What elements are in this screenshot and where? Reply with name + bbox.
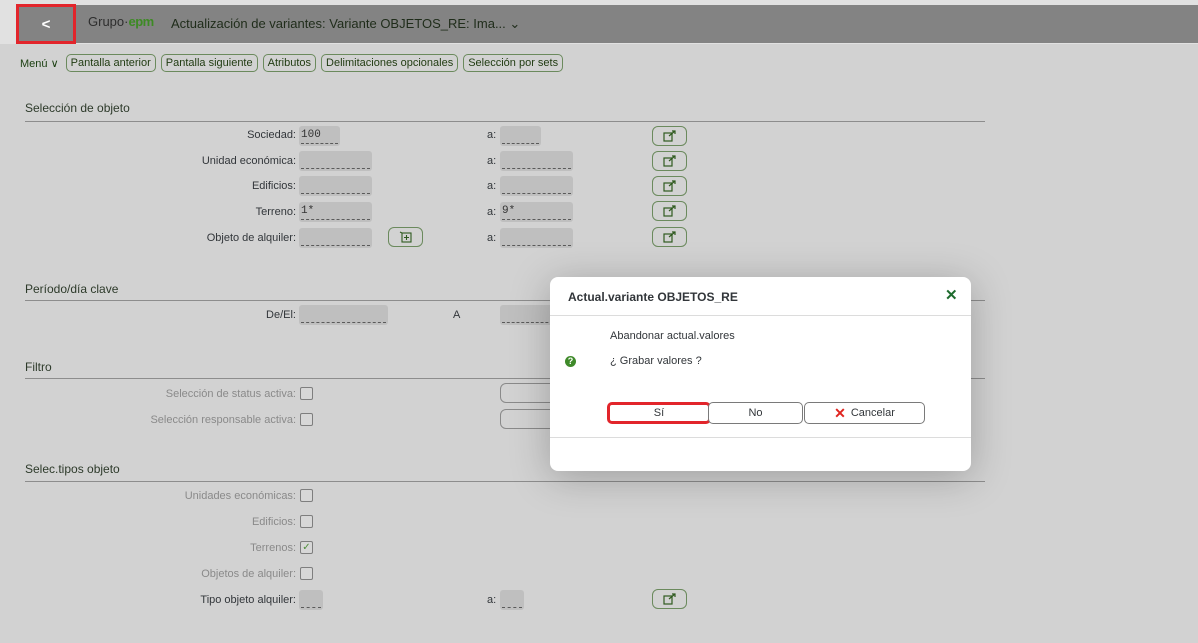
multiple-selection-button[interactable] (652, 589, 687, 609)
attributes-button[interactable]: Atributos (262, 54, 317, 72)
buildings-to-field[interactable] (500, 176, 573, 196)
economic-unit-to-field[interactable] (500, 151, 573, 171)
multiple-selection-button[interactable] (652, 176, 687, 196)
economic-units-type-label: Unidades económicas: (184, 490, 296, 502)
dialog-divider (550, 315, 971, 316)
multiple-selection-button[interactable] (652, 151, 687, 171)
responsible-selection-checkbox[interactable] (300, 413, 313, 426)
section-divider (25, 121, 985, 122)
no-button[interactable]: No (708, 402, 803, 424)
buildings-label: Edificios: (251, 180, 296, 192)
dialog-footer-divider (550, 437, 971, 438)
economic-unit-from-field[interactable] (299, 151, 372, 171)
multiple-selection-button[interactable] (652, 126, 687, 146)
economic-units-type-checkbox[interactable] (300, 489, 313, 502)
section-divider (25, 481, 985, 482)
dialog-message-save: ¿ Grabar valores ? (610, 355, 702, 367)
rental-object-type-label: Tipo objeto alquiler: (200, 594, 296, 606)
responsible-selection-label: Selección responsable activa: (150, 414, 296, 426)
shell-bar: < Grupo·epm Actualización de variantes: … (16, 4, 1198, 44)
section-title-filter: Filtro (25, 360, 52, 374)
lands-type-checkbox[interactable]: ✓ (300, 541, 313, 554)
multiple-selection-icon (662, 593, 676, 605)
multiple-selection-icon (662, 180, 676, 192)
multiple-selection-icon (662, 130, 676, 142)
next-screen-button[interactable]: Pantalla siguiente (160, 54, 258, 72)
menu-button[interactable]: Menú ∨ (20, 57, 59, 70)
rental-object-from-field[interactable] (299, 228, 372, 248)
status-selection-label: Selección de status activa: (165, 388, 296, 400)
section-title-object-types: Selec.tipos objeto (25, 462, 120, 476)
buildings-type-checkbox[interactable] (300, 515, 313, 528)
add-entry-button[interactable] (388, 227, 423, 247)
status-selection-checkbox[interactable] (300, 387, 313, 400)
rental-object-type-to-field[interactable] (500, 590, 524, 610)
land-from-field[interactable]: 1* (299, 202, 372, 222)
company-code-to-field[interactable] (500, 126, 541, 146)
company-code-label: Sociedad: (247, 129, 296, 141)
multiple-selection-button[interactable] (652, 201, 687, 221)
chevron-left-icon: < (41, 15, 51, 33)
multiple-selection-button[interactable] (652, 227, 687, 247)
logo: Grupo·epm (88, 14, 154, 29)
economic-unit-label: Unidad económica: (201, 155, 296, 167)
optional-delimitations-button[interactable]: Delimitaciones opcionales (321, 54, 459, 72)
buildings-type-label: Edificios: (251, 516, 296, 528)
rental-objects-type-checkbox[interactable] (300, 567, 313, 580)
back-button[interactable]: < (16, 4, 76, 44)
multiple-selection-icon (662, 155, 676, 167)
add-entry-icon (399, 231, 412, 243)
land-label: Terreno: (255, 206, 296, 218)
confirmation-dialog: Actual.variante OBJETOS_RE ✕ Abandonar a… (550, 277, 971, 471)
rental-object-type-from-field[interactable] (299, 590, 323, 610)
section-title-object-selection: Selección de objeto (25, 101, 130, 115)
land-to-field[interactable]: 9* (500, 202, 573, 222)
toolbar: Menú ∨ Pantalla anterior Pantalla siguie… (20, 54, 564, 72)
cancel-icon: ✕ (834, 404, 846, 421)
selection-by-sets-button[interactable]: Selección por sets (463, 54, 564, 72)
previous-screen-button[interactable]: Pantalla anterior (65, 54, 156, 72)
checkmark-icon: ✓ (302, 541, 311, 553)
buildings-from-field[interactable] (299, 176, 372, 196)
lands-type-label: Terrenos: (250, 542, 296, 554)
cancel-button[interactable]: ✕ Cancelar (804, 402, 925, 424)
rental-object-to-field[interactable] (500, 228, 573, 248)
from-date-field[interactable] (299, 305, 388, 325)
rental-objects-type-label: Objetos de alquiler: (201, 568, 296, 580)
dialog-title: Actual.variante OBJETOS_RE (568, 290, 738, 304)
multiple-selection-icon (662, 205, 676, 217)
app-title[interactable]: Actualización de variantes: Variante OBJ… (171, 16, 520, 32)
chevron-down-icon: ⌄ (509, 16, 521, 31)
dialog-message-abandon: Abandonar actual.valores (610, 330, 735, 342)
yes-button[interactable]: Sí (607, 402, 711, 424)
multiple-selection-icon (662, 231, 676, 243)
chevron-down-icon: ∨ (50, 57, 59, 70)
rental-object-label: Objeto de alquiler: (206, 232, 296, 244)
section-title-period: Período/día clave (25, 282, 119, 296)
company-code-from-field[interactable]: 100 (299, 126, 340, 146)
to-date-label: A (453, 309, 461, 321)
top-bar: < Grupo·epm Actualización de variantes: … (0, 0, 1198, 44)
question-icon: ? (565, 356, 576, 367)
close-icon[interactable]: ✕ (945, 286, 958, 304)
from-date-label: De/El: (266, 309, 296, 321)
